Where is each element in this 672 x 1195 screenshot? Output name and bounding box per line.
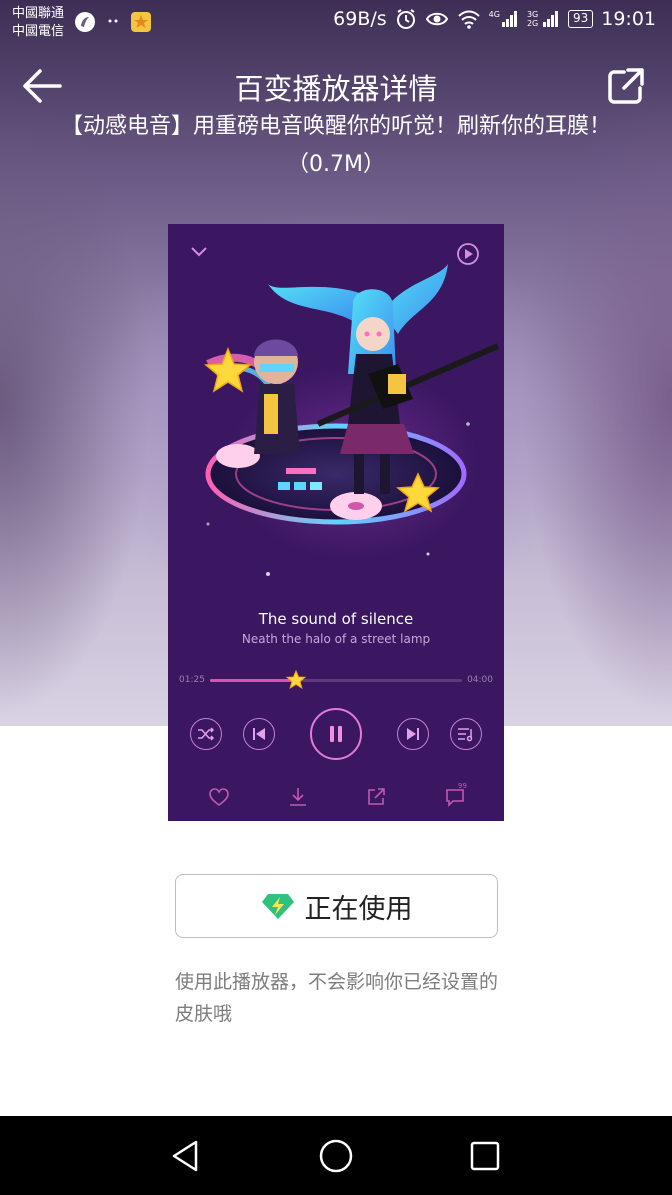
player-preview: The sound of silence Neath the halo of a… <box>168 224 504 821</box>
in-use-button[interactable]: 正在使用 <box>175 874 498 938</box>
video-mode-icon[interactable] <box>457 243 479 265</box>
download-icon[interactable] <box>287 786 309 808</box>
eye-icon <box>425 12 448 26</box>
shuffle-icon <box>198 727 215 741</box>
skin-description: 【动感电音】用重磅电音唤醒你的听觉！刷新你的耳膜！（0.7M） <box>60 114 611 177</box>
progress-star-knob-icon[interactable] <box>285 670 306 690</box>
clock: 19:01 <box>601 8 656 30</box>
signal-bars-2-icon <box>542 11 558 27</box>
signal-icon-2: 3G 2G <box>527 10 560 28</box>
heart-icon[interactable] <box>208 786 230 808</box>
signal-icon: 4G <box>489 10 519 28</box>
song-lyric: Neath the halo of a street lamp <box>241 632 431 646</box>
playlist-icon <box>458 728 473 742</box>
in-use-label: 正在使用 <box>304 893 413 925</box>
playlist-button[interactable] <box>450 718 482 750</box>
progress-fill <box>210 679 296 682</box>
pause-button[interactable] <box>310 708 362 760</box>
battery-icon: 93 <box>567 10 594 28</box>
carrier-line-1: 中國聯通 <box>12 6 65 21</box>
security-app-icon <box>75 12 95 32</box>
signal-bars-icon <box>501 11 517 27</box>
preview-artwork <box>191 243 500 576</box>
status-bar: 中國聯通 中國電信 69B/s 4G 3G 2G 93 19:01 <box>0 0 672 46</box>
song-title: The sound of silence <box>258 610 414 628</box>
system-nav-bar <box>0 1116 672 1195</box>
net-speed: 69B/s <box>333 8 387 30</box>
time-total: 04:00 <box>467 675 493 685</box>
status-right: 69B/s 4G 3G 2G 93 19:01 <box>333 8 656 30</box>
time-current: 01:25 <box>179 675 205 685</box>
back-triangle-icon[interactable] <box>168 1138 204 1174</box>
dots-icon <box>108 19 118 23</box>
page-title: 百变播放器详情 <box>234 72 438 106</box>
comment-count-badge: 99 <box>458 782 467 790</box>
carrier-info: 中國聯通 中國電信 <box>12 5 64 41</box>
share-icon[interactable] <box>606 66 646 106</box>
previous-button[interactable] <box>243 718 275 750</box>
home-circle-icon[interactable] <box>318 1138 354 1174</box>
next-icon <box>407 728 419 740</box>
shuffle-button[interactable] <box>190 718 222 750</box>
comment-button[interactable]: 99 <box>444 782 472 810</box>
signal2-label: 3G 2G <box>526 10 539 28</box>
alarm-icon <box>396 9 415 29</box>
usage-note: 使用此播放器，不会影响你已经设置的皮肤哦 <box>175 971 499 1025</box>
previous-icon <box>253 728 265 740</box>
recents-square-icon[interactable] <box>467 1138 503 1174</box>
green-diamond-lightning-icon <box>261 894 294 919</box>
next-button[interactable] <box>397 718 429 750</box>
pause-icon <box>330 726 342 742</box>
wifi-icon <box>457 10 480 29</box>
carrier-line-2: 中國電信 <box>12 24 65 39</box>
share-small-icon[interactable] <box>365 786 387 808</box>
progress-track[interactable] <box>210 670 462 690</box>
collapse-chevron-icon[interactable] <box>191 247 207 257</box>
qq-space-icon <box>131 12 151 32</box>
signal1-label: 4G <box>488 10 500 19</box>
